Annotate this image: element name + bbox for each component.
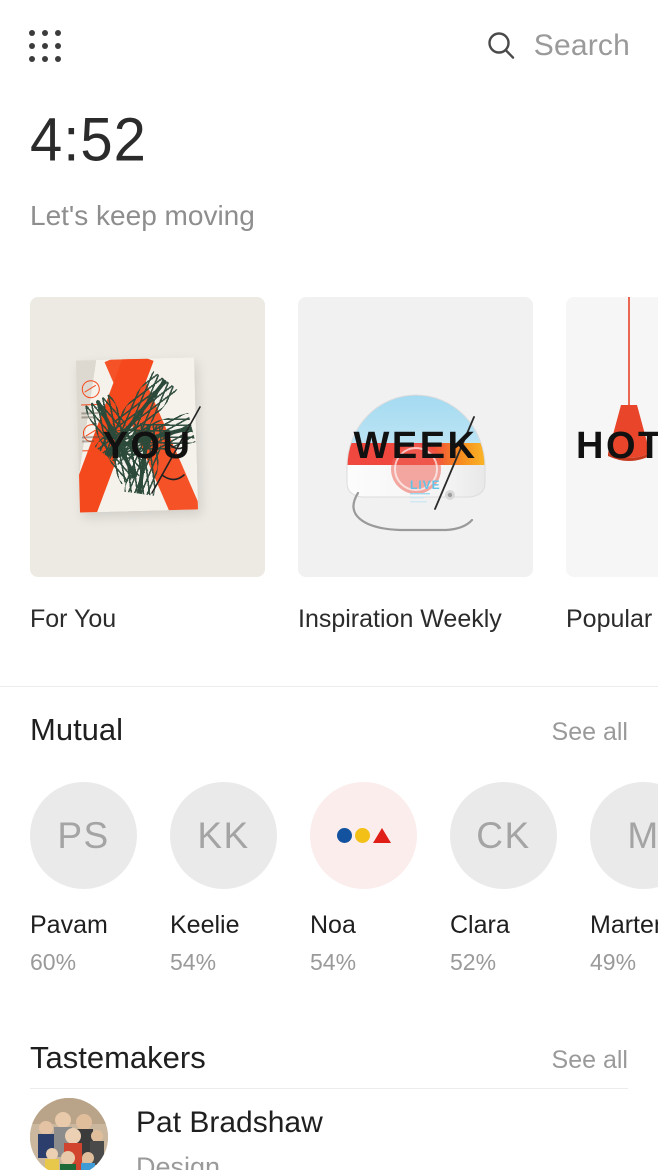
avatar-initials: M <box>627 814 658 856</box>
mutual-person[interactable]: M Marten 49% <box>590 782 658 982</box>
card-title: Popular Today <box>566 605 658 633</box>
mutual-section-header: Mutual See all <box>30 712 628 748</box>
person-name: Marten <box>590 911 658 939</box>
mutual-person[interactable]: Noa 54% <box>310 782 417 982</box>
card-overlay-word: HOT <box>576 425 658 467</box>
mutual-title: Mutual <box>30 712 124 747</box>
carousel-card-inspiration-weekly[interactable]: LIVE WEEK Inspiration Weekly <box>298 297 533 657</box>
avatar[interactable] <box>30 1098 108 1170</box>
tastemaker-list-item[interactable]: Pat Bradshaw Design <box>30 1098 628 1170</box>
yellow-circle-icon <box>354 828 370 843</box>
avatar[interactable]: CK <box>450 782 557 889</box>
blue-circle-icon <box>336 828 352 843</box>
greeting-block: 4:52 Let's keep moving <box>30 105 630 232</box>
avatar[interactable] <box>310 782 417 889</box>
carousel-card-popular-today[interactable]: HOT Popular Today <box>566 297 658 657</box>
avatar[interactable]: KK <box>170 782 277 889</box>
avatar-initials: KK <box>197 814 250 856</box>
top-bar: Search <box>0 0 658 92</box>
card-title: Inspiration Weekly <box>298 605 502 633</box>
person-match-percent: 52% <box>450 949 497 975</box>
person-name: Pavam <box>30 911 108 939</box>
tastemakers-section-header: Tastemakers See all <box>30 1040 628 1076</box>
mutual-person[interactable]: KK Keelie 54% <box>170 782 277 982</box>
mutual-people-row[interactable]: PS Pavam 60% KK Keelie 54% Noa 54% CK Cl… <box>30 782 658 982</box>
greeting-subtitle: Let's keep moving <box>30 200 255 231</box>
card-artwork-lamps: HOT <box>566 297 658 577</box>
featured-carousel[interactable]: YOU For You LIVE WEEK Inspiration Weekly… <box>0 297 658 657</box>
tastemakers-see-all-link[interactable]: See all <box>552 1046 628 1075</box>
tastemakers-divider <box>30 1088 628 1089</box>
app-screen: Search 4:52 Let's keep moving YOU For Yo… <box>0 0 658 1170</box>
avatar-initials: CK <box>476 814 531 856</box>
tastemakers-title: Tastemakers <box>30 1040 206 1075</box>
person-name: Noa <box>310 911 356 939</box>
person-name: Keelie <box>170 911 240 939</box>
mutual-person[interactable]: CK Clara 52% <box>450 782 557 982</box>
card-artwork-book: YOU <box>30 297 265 577</box>
search-input-placeholder[interactable]: Search <box>534 29 630 63</box>
mutual-person[interactable]: PS Pavam 60% <box>30 782 137 982</box>
card-artwork-helmet: LIVE WEEK <box>298 297 533 577</box>
group-photo-avatar <box>30 1098 108 1170</box>
section-divider <box>0 686 658 687</box>
person-match-percent: 49% <box>590 949 637 975</box>
card-title: For You <box>30 605 117 633</box>
red-triangle-icon <box>372 828 391 843</box>
avatar[interactable]: PS <box>30 782 137 889</box>
tastemaker-text: Pat Bradshaw Design <box>136 1098 323 1170</box>
apps-grid-icon[interactable] <box>28 29 62 63</box>
search-icon <box>488 32 514 59</box>
tastemaker-name: Pat Bradshaw <box>136 1106 323 1139</box>
carousel-card-for-you[interactable]: YOU For You <box>30 297 265 657</box>
search-bar[interactable]: Search <box>484 29 630 63</box>
card-overlay-word: WEEK <box>353 425 478 467</box>
person-match-percent: 54% <box>170 949 217 975</box>
mutual-see-all-link[interactable]: See all <box>552 718 628 747</box>
person-match-percent: 60% <box>30 949 77 975</box>
person-match-percent: 54% <box>310 949 357 975</box>
avatar-initials: PS <box>57 814 110 856</box>
svg-text:LIVE: LIVE <box>410 478 441 492</box>
tastemaker-role: Design <box>136 1152 221 1170</box>
avatar[interactable]: M <box>590 782 658 889</box>
card-overlay-word: YOU <box>102 425 193 467</box>
clock-time: 4:52 <box>30 105 147 175</box>
person-name: Clara <box>450 911 510 939</box>
